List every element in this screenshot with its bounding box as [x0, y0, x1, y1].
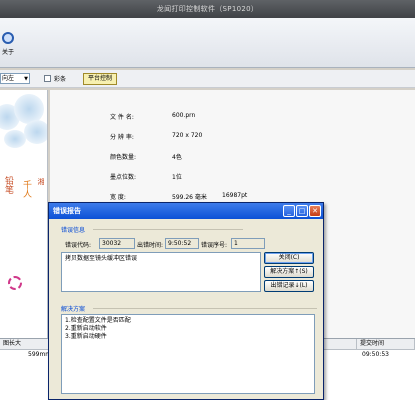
close-icon[interactable]: ✕ — [309, 205, 321, 217]
cell-submit-time: 09:50:53 — [362, 351, 389, 358]
solution-item: 2.重新启动软件 — [65, 325, 107, 332]
error-code-label: 错误代码: — [65, 242, 92, 249]
close-button[interactable]: 关闭(C) — [264, 252, 314, 264]
preview-ring-graphic — [8, 276, 22, 290]
error-message: 拷贝数据至镜头缓冲区错误 — [65, 255, 138, 262]
solution-button[interactable]: 解决方案↑(S) — [264, 266, 314, 278]
dialog-title-bar[interactable]: 错误报告 — [49, 203, 323, 219]
info-row-resolution: 分 辨 率: 720 x 720 — [110, 132, 203, 141]
solution-box[interactable]: 1.检查配置文件是否匹配 2.重新启动软件 3.重新启动硬件 — [61, 314, 315, 394]
print-preview: 铅笔 千人 湘 — [0, 90, 48, 338]
preview-graphic — [24, 120, 47, 144]
solution-item: 1.检查配置文件是否匹配 — [65, 317, 131, 324]
info-row-filename: 文 件 名: 600.prn — [110, 112, 196, 121]
error-time-label: 出错时间: — [137, 242, 164, 249]
preview-text: 湘 — [37, 178, 45, 185]
dialog-title: 错误报告 — [53, 207, 81, 215]
error-code-field[interactable]: 30032 — [99, 238, 135, 249]
about-label: 关于 — [1, 49, 14, 56]
maximize-button[interactable]: □ — [296, 205, 308, 217]
preview-graphic — [4, 130, 26, 148]
color-bar-checkbox[interactable] — [44, 75, 51, 82]
about-button[interactable]: 关于 — [0, 32, 16, 64]
options-bar: 向左 ▼ 彩条 平台控制 — [0, 70, 415, 88]
column-header-length[interactable]: 图长大 — [0, 339, 50, 350]
error-time-field[interactable]: 9:50:52 — [165, 238, 199, 249]
divider — [93, 308, 317, 309]
error-seq-field[interactable]: 1 — [231, 238, 265, 249]
error-seq-label: 错误序号: — [201, 242, 228, 249]
error-info-group-label: 错误信息 — [61, 227, 86, 234]
platform-control-button[interactable]: 平台控制 — [83, 73, 117, 85]
info-row-dot-bits: 墨点位数: 1位 — [110, 174, 182, 181]
app-title: 龙闻打印控制软件（SP1020） — [156, 5, 259, 13]
direction-value: 向左 — [2, 75, 15, 82]
toolbar: 关于 — [0, 18, 415, 68]
direction-select[interactable]: 向左 ▼ — [0, 73, 30, 84]
divider — [93, 229, 243, 230]
info-row-colors: 颜色数量: 4色 — [110, 154, 182, 161]
color-bar-label: 彩条 — [54, 76, 67, 83]
preview-text: 铅笔 — [3, 176, 13, 194]
error-log-button[interactable]: 出错记录↓(L) — [264, 280, 314, 292]
error-report-dialog: 错误报告 _ □ ✕ 错误信息 错误代码: 30032 出错时间: 9:50:5… — [48, 202, 324, 400]
column-header-submit-time[interactable]: 提交时间 — [357, 339, 415, 350]
chevron-down-icon: ▼ — [24, 76, 28, 82]
minimize-button[interactable]: _ — [283, 205, 295, 217]
solution-item: 3.重新启动硬件 — [65, 333, 107, 340]
help-icon — [2, 32, 14, 44]
solution-group-label: 解决方案 — [61, 306, 86, 313]
app-title-bar: 龙闻打印控制软件（SP1020） — [0, 0, 415, 18]
preview-text: 千人 — [21, 180, 31, 198]
error-message-box[interactable]: 拷贝数据至镜头缓冲区错误 — [61, 252, 261, 292]
